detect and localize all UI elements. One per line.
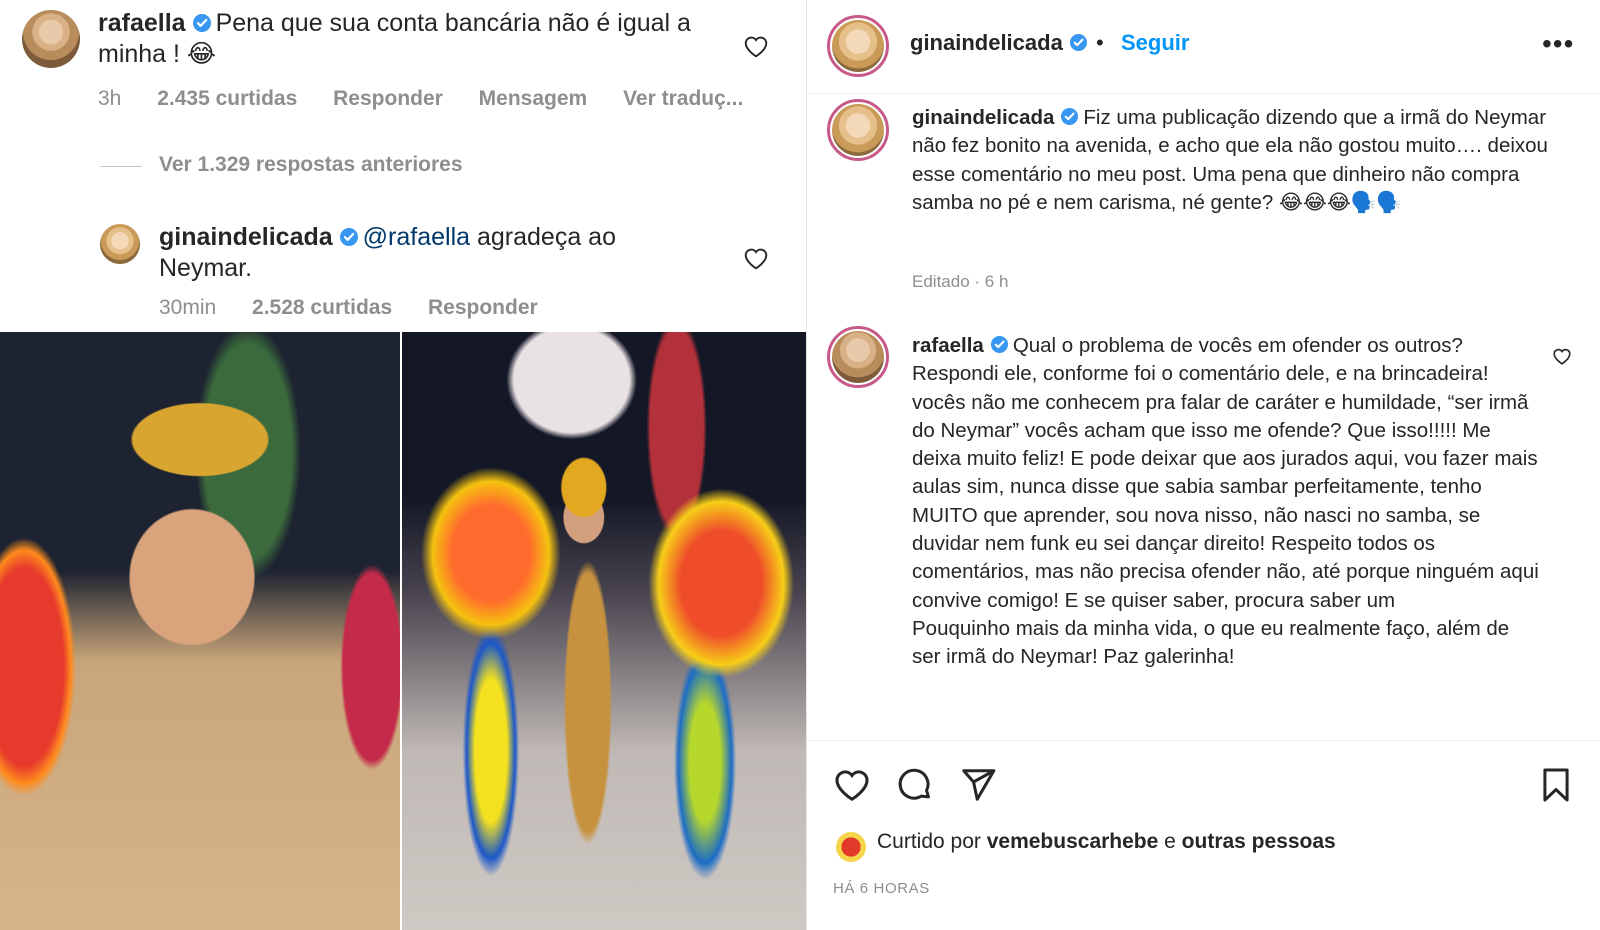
comment-2-meta: 30min 2.528 curtidas Responder [159, 296, 568, 320]
replies-divider [100, 166, 142, 167]
reply-text: Qual o problema de vocês em ofender os o… [912, 334, 1539, 612]
comment-2-time: 30min [159, 296, 217, 319]
liked-by-user[interactable]: vemebuscarhebe [987, 830, 1159, 853]
reply-avatar-rafaella[interactable] [827, 326, 889, 388]
view-previous-replies[interactable]: Ver 1.329 respostas anteriores [159, 153, 463, 177]
heart-icon[interactable] [743, 246, 769, 270]
header-dot: • [1096, 30, 1104, 55]
heart-icon[interactable] [1552, 347, 1572, 365]
mention-link[interactable]: @rafaella [363, 223, 470, 251]
liked-by-others[interactable]: outras pessoas [1182, 830, 1336, 853]
avatar-ginaindelicada-header[interactable] [827, 15, 889, 77]
verified-badge-icon [339, 228, 358, 246]
verified-badge-icon [990, 335, 1008, 354]
carnival-photos [0, 332, 806, 930]
caption-avatar[interactable] [827, 99, 889, 161]
heart-icon[interactable] [743, 34, 769, 58]
post-date[interactable]: HÁ 6 HORAS [833, 880, 930, 897]
liked-by-middle: e [1158, 830, 1182, 853]
liked-by-prefix: Curtido por [877, 830, 987, 853]
header-username[interactable]: ginaindelicada [910, 30, 1092, 56]
reply-button[interactable]: Responder [428, 296, 538, 319]
comment-1: rafaella Pena que sua conta bancária não … [98, 8, 698, 70]
more-options-icon[interactable]: ••• [1542, 30, 1574, 58]
comment-icon[interactable] [896, 766, 934, 804]
follow-button[interactable]: Seguir [1121, 30, 1189, 56]
header-divider [807, 93, 1600, 94]
reply-button[interactable]: Responder [333, 87, 443, 110]
save-bookmark-icon[interactable] [1537, 766, 1575, 804]
comment-2-username[interactable]: ginaindelicada [159, 223, 333, 251]
translate-button[interactable]: Ver traduç... [623, 87, 743, 110]
post-panel: ginaindelicada • Seguir ••• ginaindelica… [807, 0, 1600, 930]
verified-badge-icon [1069, 33, 1087, 52]
verified-badge-icon [1061, 107, 1079, 126]
like-icon[interactable] [833, 766, 871, 804]
share-icon[interactable] [959, 766, 997, 804]
verified-badge-icon [192, 14, 211, 32]
message-button[interactable]: Mensagem [479, 87, 588, 110]
carnival-photo-closeup [0, 332, 400, 930]
liked-by-avatar[interactable] [836, 832, 866, 862]
avatar-ginaindelicada[interactable] [100, 224, 140, 264]
comment-1-meta: 3h 2.435 curtidas Responder Mensagem Ver… [98, 87, 773, 111]
liked-by: Curtido por vemebuscarhebe e outras pess… [877, 830, 1336, 854]
carnival-photo-parade [402, 332, 806, 930]
comment-1-likes[interactable]: 2.435 curtidas [157, 87, 297, 110]
comment-1-time: 3h [98, 87, 122, 110]
avatar-rafaella[interactable] [22, 10, 80, 68]
reply-text-continued: Pouquinho mais da minha vida, o que eu r… [912, 616, 1510, 669]
caption-meta: Editado · 6 h [912, 272, 1009, 291]
reply-username[interactable]: rafaella [912, 334, 984, 357]
caption-username[interactable]: ginaindelicada [912, 106, 1054, 129]
comment-thread-panel: rafaella Pena que sua conta bancária não … [0, 0, 806, 930]
comment-2: ginaindelicada @rafaella agradeça ao Neym… [159, 222, 699, 284]
actions-divider [807, 740, 1600, 741]
comment-1-username[interactable]: rafaella [98, 9, 186, 37]
caption: ginaindelicada Fiz uma publicação dizendo… [912, 104, 1572, 217]
comment-2-likes[interactable]: 2.528 curtidas [252, 296, 392, 319]
reply-comment: rafaella Qual o problema de vocês em ofen… [912, 332, 1540, 672]
comment-1-text: Pena que sua conta bancária não é igual … [98, 9, 691, 68]
